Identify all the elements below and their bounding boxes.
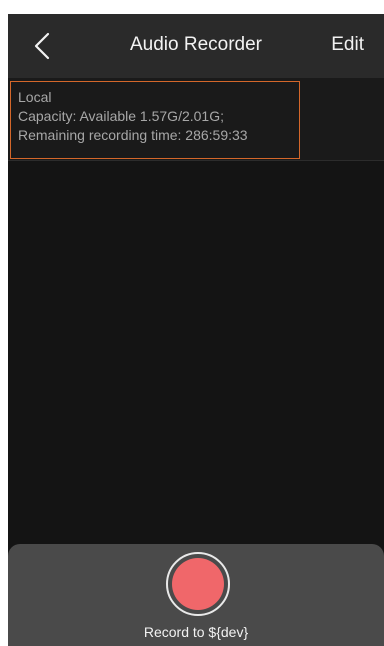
record-button-icon (172, 558, 224, 610)
storage-name: Local (18, 89, 52, 105)
remaining-recording-time: Remaining recording time: 286:59:33 (18, 127, 248, 143)
recorder-panel: Record to ${dev} (8, 544, 384, 646)
record-button[interactable] (166, 552, 230, 616)
edit-button[interactable]: Edit (331, 34, 364, 56)
nav-bar: Audio Recorder Edit (8, 14, 384, 78)
audio-recorder-screen: Audio Recorder Edit Local Capacity: Avai… (8, 14, 384, 646)
storage-info-row: Local Capacity: Available 1.57G/2.01G; R… (8, 78, 384, 161)
storage-info-card[interactable]: Local Capacity: Available 1.57G/2.01G; R… (10, 81, 300, 159)
storage-capacity: Capacity: Available 1.57G/2.01G; (18, 108, 224, 124)
page-title: Audio Recorder (129, 34, 263, 55)
record-destination-label: Record to ${dev} (143, 624, 249, 640)
